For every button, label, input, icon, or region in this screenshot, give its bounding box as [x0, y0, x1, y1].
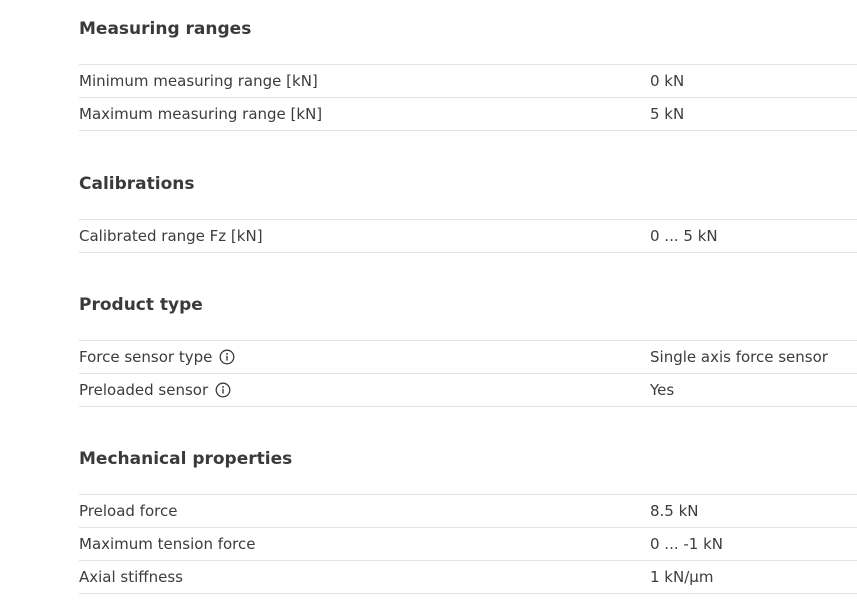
spec-value: 0 ... -1 kN	[650, 535, 724, 553]
spec-label: Calibrated range Fz [kN]	[79, 227, 263, 245]
spec-value: 8.5 kN	[650, 502, 699, 520]
table-row: Force sensor type Single axis force sens…	[79, 341, 857, 374]
table-row: Maximum tension force 0 ... -1 kN	[79, 528, 857, 561]
spec-label-with-info: Preloaded sensor	[79, 374, 231, 406]
table-row: Preloaded sensor Yes	[79, 374, 857, 407]
spec-label: Axial stiffness	[79, 568, 183, 586]
section-calibrations: Calibrations	[79, 174, 857, 194]
calibrations-table: Calibrated range Fz [kN] 0 ... 5 kN	[79, 219, 857, 253]
spec-value: 5 kN	[650, 105, 685, 123]
product-type-table: Force sensor type Single axis force sens…	[79, 340, 857, 407]
spec-label: Maximum measuring range [kN]	[79, 105, 323, 123]
table-row: Preload force 8.5 kN	[79, 495, 857, 528]
table-row: Minimum measuring range [kN] 0 kN	[79, 65, 857, 98]
spec-value: 0 ... 5 kN	[650, 227, 718, 245]
section-title: Mechanical properties	[79, 449, 293, 469]
section-measuring-ranges: Measuring ranges	[79, 19, 857, 39]
specifications-panel: Measuring ranges Minimum measuring range…	[79, 0, 857, 611]
spec-label: Minimum measuring range [kN]	[79, 72, 318, 90]
spec-value: 1 kN/μm	[650, 568, 714, 586]
mechanical-properties-table: Preload force 8.5 kN Maximum tension for…	[79, 494, 857, 594]
info-icon[interactable]	[219, 349, 235, 365]
table-row: Axial stiffness 1 kN/μm	[79, 561, 857, 594]
section-title: Calibrations	[79, 174, 195, 194]
spec-label-text: Force sensor type	[79, 348, 213, 366]
section-title: Product type	[79, 295, 203, 315]
section-product-type: Product type	[79, 295, 857, 315]
spec-value: Yes	[650, 381, 675, 399]
info-icon[interactable]	[215, 382, 231, 398]
table-row: Maximum measuring range [kN] 5 kN	[79, 98, 857, 131]
measuring-ranges-table: Minimum measuring range [kN] 0 kN Maximu…	[79, 64, 857, 131]
spec-value: 0 kN	[650, 72, 685, 90]
section-mechanical-properties: Mechanical properties	[79, 449, 857, 469]
table-row: Calibrated range Fz [kN] 0 ... 5 kN	[79, 220, 857, 253]
spec-label-text: Preloaded sensor	[79, 381, 209, 399]
spec-value: Single axis force sensor	[650, 348, 828, 366]
spec-label: Preload force	[79, 502, 178, 520]
spec-label: Maximum tension force	[79, 535, 256, 553]
spec-label-with-info: Force sensor type	[79, 341, 235, 373]
section-title: Measuring ranges	[79, 19, 252, 39]
